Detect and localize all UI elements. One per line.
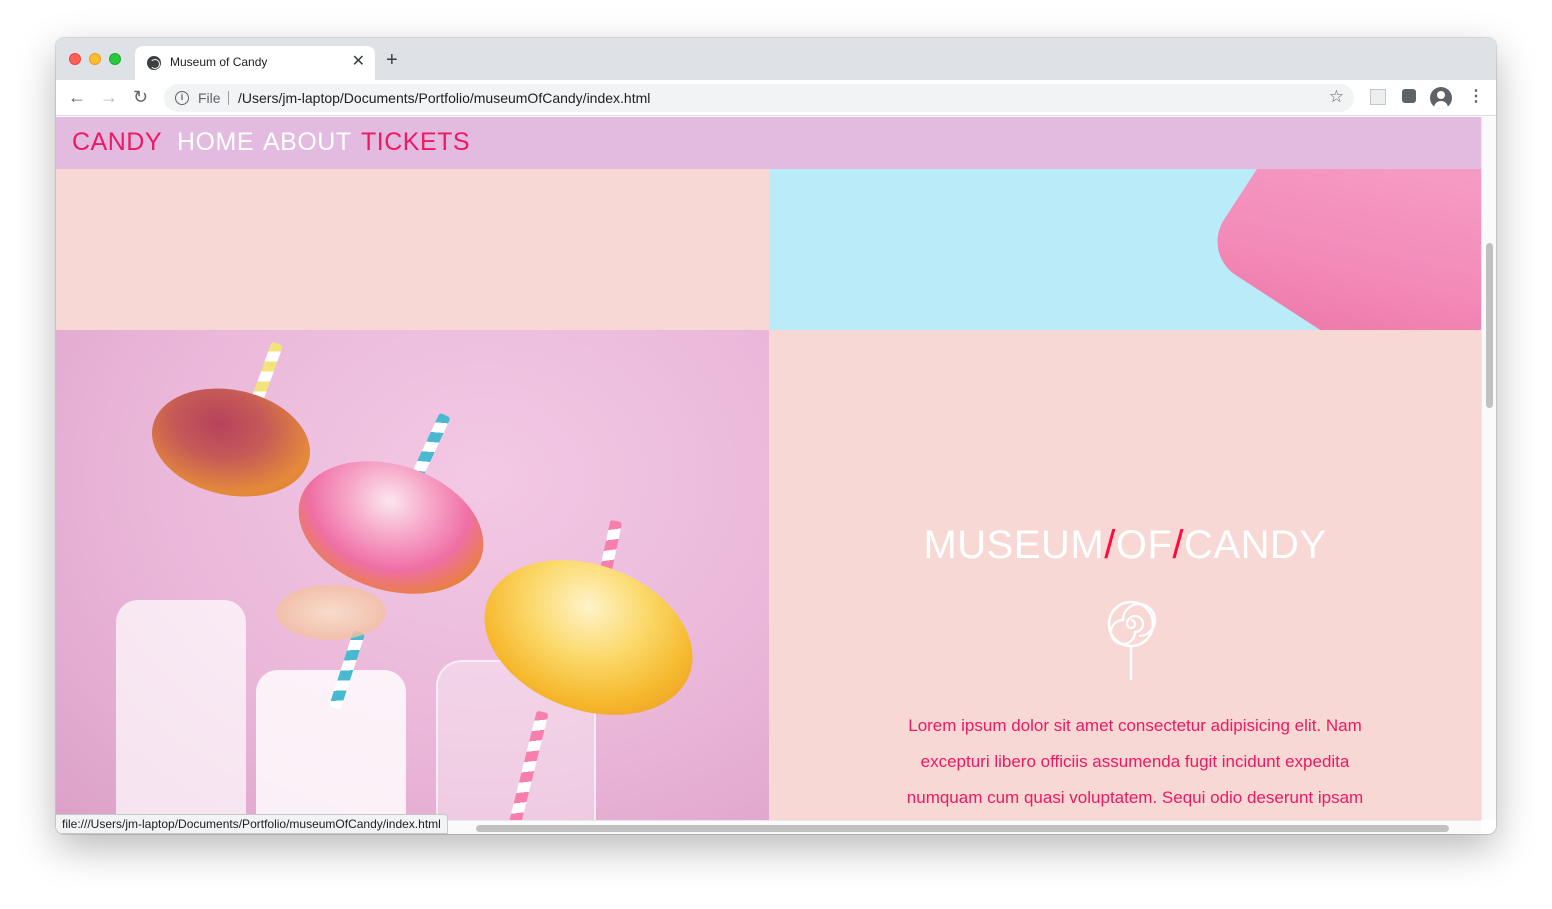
globe-icon xyxy=(147,56,161,70)
nav-about-link[interactable]: ABOUT xyxy=(263,128,352,157)
extension-icon[interactable] xyxy=(1370,89,1386,105)
tab-title: Museum of Candy xyxy=(170,55,268,69)
maximize-window-button[interactable] xyxy=(109,53,121,65)
milk-bottle-image xyxy=(116,600,246,820)
close-tab-icon[interactable]: ✕ xyxy=(352,53,365,71)
site-navbar: CANDY HOME ABOUT TICKETS xyxy=(56,117,1481,169)
close-window-button[interactable] xyxy=(69,53,81,65)
intro-block: MUSEUM/OF/CANDY Lorem ipsum dolor sit am… xyxy=(769,330,1481,820)
page-viewport: CANDY HOME ABOUT TICKETS MUSEUM/OF/CANDY… xyxy=(56,117,1481,820)
puzzle-icon[interactable] xyxy=(1402,89,1416,103)
lollipop-icon xyxy=(1107,600,1156,680)
milk-bottle-image xyxy=(256,670,406,820)
museum-heading: MUSEUM/OF/CANDY xyxy=(769,523,1481,568)
kebab-menu-icon[interactable]: ⋮ xyxy=(1468,87,1484,107)
browser-toolbar: ← → ↻ i File /Users/jm-laptop/Documents/… xyxy=(56,80,1496,116)
browser-window: Museum of Candy ✕ + ← → ↻ i File /Users/… xyxy=(56,38,1496,834)
intro-paragraph: Lorem ipsum dolor sit amet consectetur a… xyxy=(906,716,1364,807)
new-tab-button[interactable]: + xyxy=(386,50,398,70)
scheme-label: File xyxy=(198,90,221,106)
vertical-scroll-thumb[interactable] xyxy=(1486,243,1493,408)
donut-image xyxy=(276,585,386,640)
brand-logo-link[interactable]: CANDY xyxy=(72,128,162,157)
url-text[interactable]: /Users/jm-laptop/Documents/Portfolio/mus… xyxy=(238,90,650,106)
address-bar[interactable]: i File /Users/jm-laptop/Documents/Portfo… xyxy=(164,84,1354,112)
omnibox-divider xyxy=(228,91,229,105)
nav-home-link[interactable]: HOME xyxy=(177,128,254,157)
nav-tickets-link[interactable]: TICKETS xyxy=(361,128,470,157)
donut-image xyxy=(141,374,321,511)
back-button[interactable]: ← xyxy=(68,87,86,107)
horizontal-scroll-thumb[interactable] xyxy=(476,825,1449,832)
profile-icon[interactable] xyxy=(1430,87,1452,109)
tab-museum-of-candy[interactable]: Museum of Candy ✕ xyxy=(135,46,375,80)
heading-candy: CANDY xyxy=(1184,523,1327,567)
peach-block xyxy=(56,169,769,330)
status-url-bubble: file:///Users/jm-laptop/Documents/Portfo… xyxy=(56,814,448,834)
forward-button[interactable]: → xyxy=(100,87,118,107)
heading-slash: / xyxy=(1104,523,1116,567)
pink-candy-image xyxy=(1202,169,1481,330)
heading-slash: / xyxy=(1172,523,1185,567)
minimize-window-button[interactable] xyxy=(89,53,101,65)
heading-of: OF xyxy=(1115,523,1173,567)
tab-strip: Museum of Candy ✕ + xyxy=(56,38,1496,80)
reload-button[interactable]: ↻ xyxy=(133,87,148,107)
info-icon[interactable]: i xyxy=(175,91,189,105)
candy-photo-block xyxy=(769,169,1481,330)
donut-milk-photo xyxy=(56,330,769,820)
heading-museum: MUSEUM xyxy=(923,523,1105,567)
vertical-scrollbar[interactable] xyxy=(1481,117,1496,820)
bookmark-star-icon[interactable]: ☆ xyxy=(1329,87,1344,107)
